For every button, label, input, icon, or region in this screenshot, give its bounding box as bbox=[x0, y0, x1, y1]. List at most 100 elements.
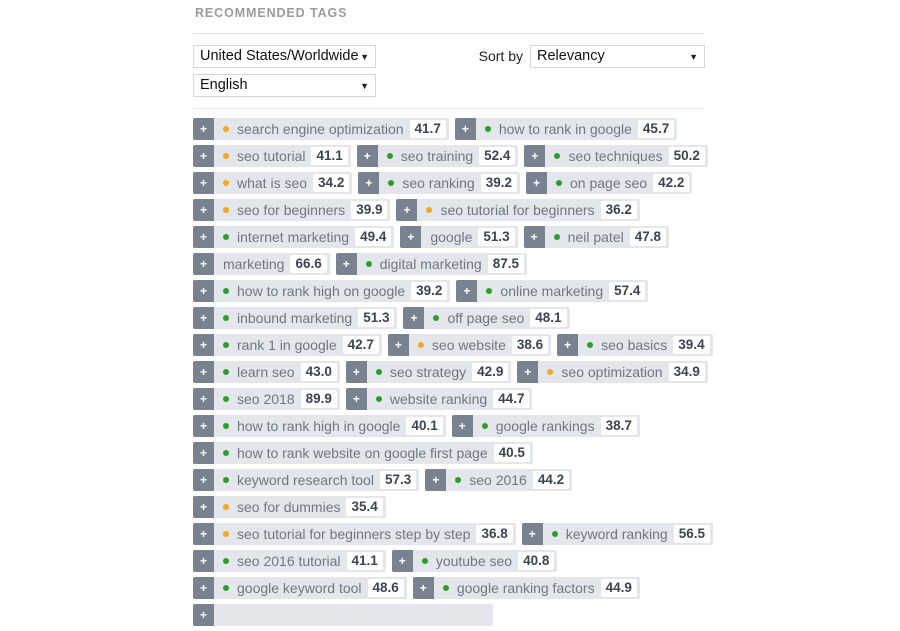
tag-score: 41.7 bbox=[409, 120, 446, 138]
tag-item[interactable]: + internet marketing 49.4 bbox=[193, 226, 395, 248]
tag-item[interactable]: + marketing 66.6 bbox=[193, 253, 330, 275]
add-tag-button[interactable]: + bbox=[193, 145, 214, 167]
tag-item[interactable]: + seo training 52.4 bbox=[356, 145, 519, 167]
add-tag-button[interactable]: + bbox=[345, 388, 367, 410]
add-tag-button[interactable]: + bbox=[523, 226, 545, 248]
add-tag-button[interactable]: + bbox=[193, 388, 214, 410]
tag-label: seo 2016 bbox=[469, 472, 527, 488]
tag-row: + internet marketing 49.4 + google 51.3 + neil … bbox=[193, 226, 705, 248]
tag-item[interactable]: + google 51.3 bbox=[400, 226, 518, 248]
tag-item[interactable]: + learn seo 43.0 bbox=[193, 361, 340, 383]
add-tag-button[interactable]: + bbox=[193, 199, 214, 221]
geo-select-value: United States/Worldwide bbox=[200, 47, 359, 64]
tag-item[interactable]: + keyword research tool 57.3 bbox=[193, 469, 420, 491]
language-select-value: English bbox=[200, 76, 248, 93]
tag-item[interactable]: + seo techniques 50.2 bbox=[524, 145, 708, 167]
tag-item[interactable]: + how to rank high in google 40.1 bbox=[193, 415, 446, 437]
tag-item[interactable]: + how to rank high on google 39.2 bbox=[193, 280, 451, 302]
add-tag-button[interactable]: + bbox=[524, 145, 546, 167]
add-tag-button[interactable]: + bbox=[193, 415, 214, 437]
tag-item[interactable]: + youtube seo 40.8 bbox=[391, 550, 558, 572]
tag-item[interactable]: + rank 1 in google 42.7 bbox=[193, 334, 382, 356]
tag-item[interactable]: + seo tutorial for beginners step by step… bbox=[193, 523, 516, 545]
tag-item[interactable]: + seo optimization 34.9 bbox=[517, 361, 708, 383]
tag-item[interactable]: + google keyword tool 48.6 bbox=[193, 577, 407, 599]
add-tag-button[interactable]: + bbox=[193, 469, 214, 491]
add-tag-button[interactable]: + bbox=[403, 307, 425, 329]
tag-item[interactable]: + on page seo 42.2 bbox=[526, 172, 693, 194]
tag-score: 42.9 bbox=[472, 363, 509, 381]
add-tag-button[interactable]: + bbox=[358, 172, 380, 194]
add-tag-button[interactable]: + bbox=[391, 550, 413, 572]
tag-item[interactable]: + keyword ranking 56.5 bbox=[521, 523, 713, 545]
filter-row-primary: United States/Worldwide ▼ Sort by Releva… bbox=[193, 44, 705, 68]
tag-item[interactable]: + online marketing 57.4 bbox=[456, 280, 649, 302]
add-tag-button[interactable]: + bbox=[193, 118, 214, 140]
tag-item[interactable]: + seo tutorial 41.1 bbox=[193, 145, 351, 167]
tag-label: seo for dummies bbox=[237, 499, 341, 515]
add-tag-button[interactable]: + bbox=[193, 496, 214, 518]
add-tag-button[interactable]: + bbox=[387, 334, 409, 356]
tag-item[interactable]: + seo for dummies 35.4 bbox=[193, 496, 386, 518]
tag-score: 36.8 bbox=[476, 525, 513, 543]
add-tag-button[interactable]: + bbox=[356, 145, 378, 167]
tag-item[interactable]: + search engine optimization 41.7 bbox=[193, 118, 449, 140]
tag-label: seo tutorial for beginners bbox=[440, 202, 595, 218]
tag-item[interactable]: + seo tutorial for beginners 36.2 bbox=[396, 199, 640, 221]
add-tag-button[interactable]: + bbox=[412, 577, 434, 599]
add-tag-button[interactable]: + bbox=[193, 523, 214, 545]
add-tag-button[interactable]: + bbox=[193, 334, 214, 356]
tag-score: 39.2 bbox=[480, 174, 517, 192]
add-tag-button[interactable]: + bbox=[526, 172, 547, 194]
tag-item[interactable]: + seo basics 39.4 bbox=[557, 334, 713, 356]
tag-label: off page seo bbox=[447, 310, 525, 326]
add-tag-button[interactable]: + bbox=[335, 253, 357, 275]
add-tag-button[interactable]: + bbox=[193, 361, 214, 383]
tag-item[interactable]: + seo 2016 44.2 bbox=[425, 469, 573, 491]
tag-item[interactable]: + seo website 38.6 bbox=[387, 334, 552, 356]
add-tag-button[interactable]: + bbox=[193, 550, 214, 572]
tag-item[interactable]: + what is seo 34.2 bbox=[193, 172, 353, 194]
add-tag-button[interactable]: + bbox=[345, 361, 367, 383]
chevron-down-icon: ▼ bbox=[360, 80, 369, 91]
tag-item[interactable]: + website ranking 44.7 bbox=[345, 388, 533, 410]
add-tag-button[interactable]: + bbox=[193, 604, 214, 626]
add-tag-button[interactable]: + bbox=[193, 280, 214, 302]
tag-item[interactable]: + seo ranking 39.2 bbox=[358, 172, 520, 194]
add-tag-button[interactable]: + bbox=[396, 199, 418, 221]
add-tag-button[interactable]: + bbox=[521, 523, 543, 545]
add-tag-button[interactable]: + bbox=[193, 253, 214, 275]
filter-row-language: English ▼ bbox=[193, 73, 705, 97]
tag-item[interactable]: + how to rank in google 45.7 bbox=[454, 118, 678, 140]
tag-item[interactable]: + neil patel 47.8 bbox=[523, 226, 669, 248]
tag-item[interactable]: + seo strategy 42.9 bbox=[345, 361, 512, 383]
add-tag-button[interactable]: + bbox=[193, 577, 214, 599]
tag-item[interactable]: + off page seo 48.1 bbox=[403, 307, 570, 329]
tag-item[interactable]: + digital marketing 87.5 bbox=[335, 253, 527, 275]
tag-item[interactable]: + bbox=[193, 604, 493, 626]
tag-item[interactable]: + seo for beginners 39.9 bbox=[193, 199, 391, 221]
add-tag-button[interactable]: + bbox=[425, 469, 447, 491]
geo-select[interactable]: United States/Worldwide ▼ bbox=[193, 44, 376, 68]
tag-item[interactable]: + seo 2016 tutorial 41.1 bbox=[193, 550, 386, 572]
tag-item[interactable]: + seo 2018 89.9 bbox=[193, 388, 340, 410]
sort-select[interactable]: Relevancy ▼ bbox=[530, 44, 705, 68]
tag-score: 36.2 bbox=[600, 201, 637, 219]
add-tag-button[interactable]: + bbox=[451, 415, 473, 437]
tag-label: on page seo bbox=[570, 175, 648, 191]
add-tag-button[interactable]: + bbox=[517, 361, 539, 383]
add-tag-button[interactable]: + bbox=[400, 226, 422, 248]
tag-item[interactable]: + inbound marketing 51.3 bbox=[193, 307, 398, 329]
add-tag-button[interactable]: + bbox=[456, 280, 478, 302]
add-tag-button[interactable]: + bbox=[193, 226, 214, 248]
tag-item[interactable]: + how to rank website on google first pag… bbox=[193, 442, 533, 464]
add-tag-button[interactable]: + bbox=[193, 172, 214, 194]
add-tag-button[interactable]: + bbox=[193, 442, 214, 464]
tag-item[interactable]: + google ranking factors 44.9 bbox=[412, 577, 640, 599]
tag-item[interactable]: + google rankings 38.7 bbox=[451, 415, 640, 437]
add-tag-button[interactable]: + bbox=[193, 307, 214, 329]
language-select[interactable]: English ▼ bbox=[193, 73, 376, 97]
add-tag-button[interactable]: + bbox=[454, 118, 476, 140]
tag-row: + google keyword tool 48.6 + google ranking … bbox=[193, 577, 705, 599]
add-tag-button[interactable]: + bbox=[557, 334, 579, 356]
